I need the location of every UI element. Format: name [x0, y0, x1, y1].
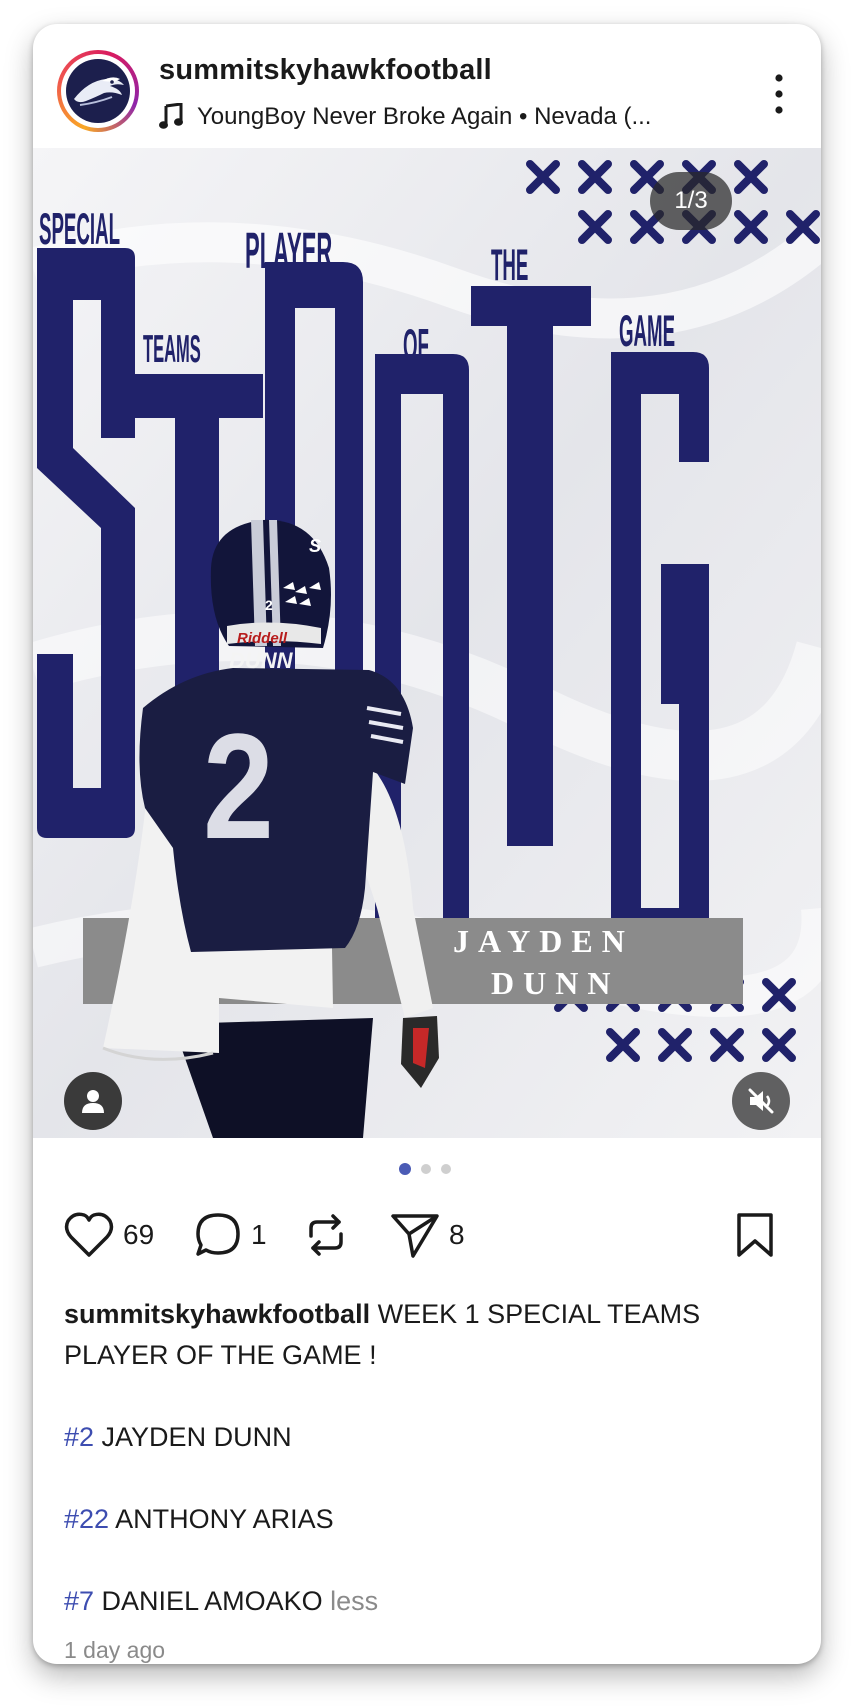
share-button[interactable]: 8: [389, 1200, 465, 1270]
repost-icon: [309, 1214, 343, 1256]
word-special: SPECIAL: [39, 205, 120, 254]
svg-text:S: S: [309, 536, 321, 556]
carousel-dot[interactable]: [421, 1164, 431, 1174]
name-first: JAYDEN: [453, 923, 634, 959]
carousel-dots: [399, 1162, 489, 1176]
skyhawk-logo-icon: [66, 59, 130, 123]
post-graphic: SPECIAL TEAMS PLAYER OF THE GAME JAYDEN …: [33, 148, 821, 1138]
hashtag-link[interactable]: #22: [64, 1504, 109, 1534]
heart-icon: [64, 1212, 114, 1257]
caption-line: #2 JAYDEN DUNN: [64, 1417, 794, 1458]
caption-username[interactable]: summitskyhawkfootball: [64, 1299, 370, 1329]
post-card: summitskyhawkfootball YoungBoy Never Bro…: [33, 24, 821, 1664]
comment-icon: [196, 1213, 240, 1256]
caption-line-text: JAYDEN DUNN: [94, 1422, 292, 1452]
username-link[interactable]: summitskyhawkfootball: [159, 54, 492, 87]
hashtag-link[interactable]: #2: [64, 1422, 94, 1452]
word-player: PLAYER: [245, 223, 332, 280]
bookmark-button[interactable]: [735, 1200, 775, 1270]
name-last: DUNN: [491, 965, 619, 1001]
word-the: THE: [491, 241, 528, 290]
caption-line-text: DANIEL AMOAKO: [94, 1586, 323, 1616]
action-bar: 69 1 8: [33, 1200, 821, 1270]
music-title: YoungBoy Never Broke Again • Nevada (...: [197, 103, 652, 130]
volume-mute-icon: [748, 1088, 774, 1114]
person-tag-icon: [82, 1090, 104, 1113]
music-note-icon: [159, 103, 183, 129]
caption-line: #22 ANTHONY ARIAS: [64, 1499, 794, 1540]
like-count: 69: [123, 1219, 155, 1250]
comment-button[interactable]: 1: [193, 1200, 267, 1270]
caption-line-text: ANTHONY ARIAS: [109, 1504, 334, 1534]
post-header: summitskyhawkfootball YoungBoy Never Bro…: [33, 24, 821, 148]
caption: summitskyhawkfootball WEEK 1 SPECIAL TEA…: [64, 1294, 794, 1622]
helmet-brand: Riddell: [237, 630, 288, 647]
hashtag-link[interactable]: #7: [64, 1586, 94, 1616]
caption-line: #7 DANIEL AMOAKO less: [64, 1581, 794, 1622]
carousel-counter: 1/3: [650, 172, 732, 230]
post-image[interactable]: SPECIAL TEAMS PLAYER OF THE GAME JAYDEN …: [33, 148, 821, 1138]
bookmark-icon: [737, 1213, 773, 1257]
jersey-number: 2: [203, 703, 274, 870]
svg-text:2: 2: [265, 597, 273, 613]
tag-people-button[interactable]: [64, 1072, 122, 1130]
music-attribution[interactable]: YoungBoy Never Broke Again • Nevada (...: [159, 100, 651, 134]
caption-text: summitskyhawkfootball WEEK 1 SPECIAL TEA…: [64, 1294, 794, 1376]
like-button[interactable]: 69: [63, 1200, 154, 1270]
word-of: OF: [403, 321, 429, 370]
carousel-dot[interactable]: [441, 1164, 451, 1174]
mute-button[interactable]: [732, 1072, 790, 1130]
more-vertical-icon[interactable]: [769, 72, 789, 116]
send-icon: [391, 1214, 439, 1258]
repost-button[interactable]: [301, 1200, 351, 1270]
post-timestamp: 1 day ago: [64, 1637, 166, 1663]
comment-count: 1: [251, 1219, 267, 1250]
word-game: GAME: [619, 307, 675, 356]
share-count: 8: [449, 1219, 465, 1250]
jersey-name: DUNN: [229, 648, 294, 673]
avatar[interactable]: [57, 50, 139, 132]
carousel-dot[interactable]: [399, 1163, 411, 1175]
word-teams: TEAMS: [143, 328, 201, 371]
less-toggle[interactable]: less: [323, 1586, 378, 1616]
